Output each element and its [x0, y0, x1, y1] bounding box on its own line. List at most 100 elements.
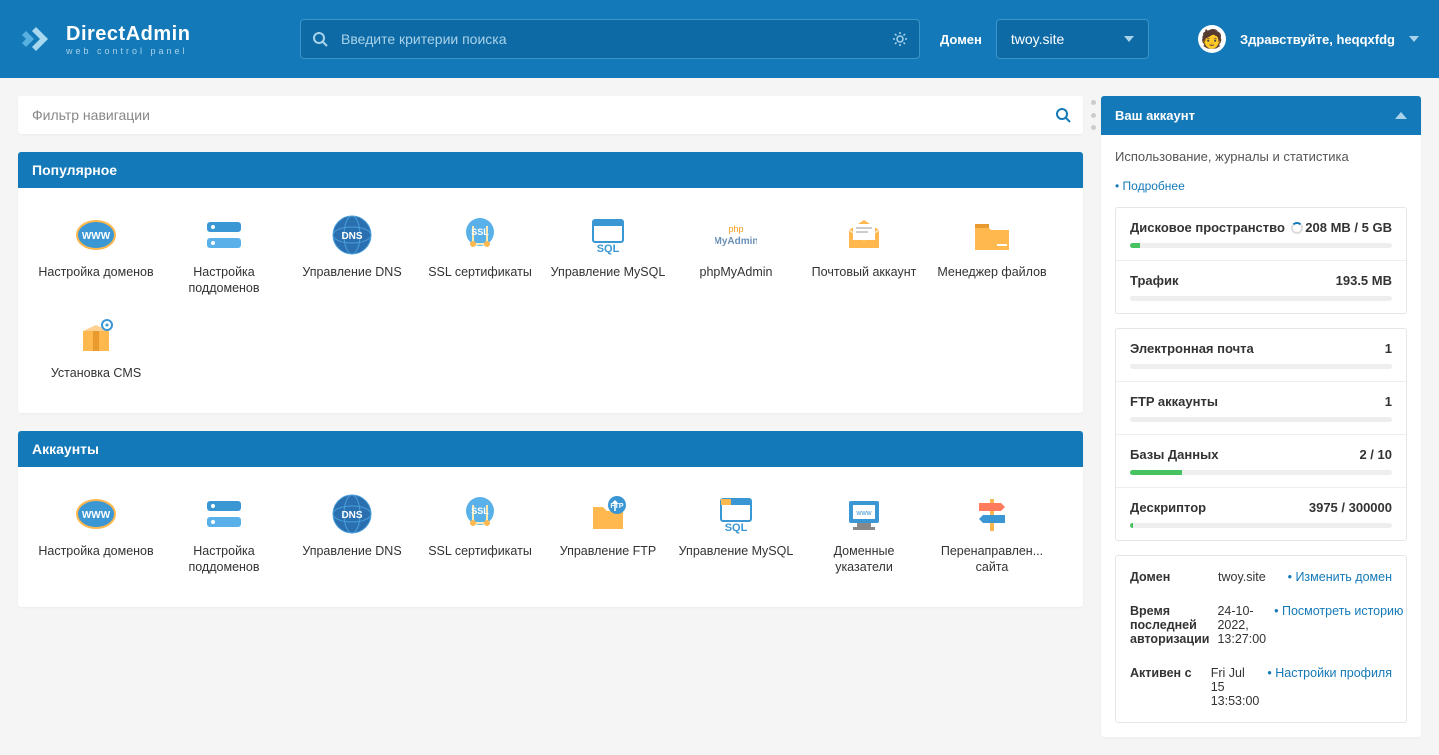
svg-text:DNS: DNS — [341, 510, 362, 521]
stat-value: 193.5 MB — [1336, 273, 1392, 288]
app-header: DirectAdmin web control panel Домен twoy… — [0, 0, 1439, 78]
www-icon: WWW — [75, 214, 117, 256]
stat-label: Трафик — [1130, 273, 1179, 288]
panel-header: Популярное — [18, 152, 1083, 188]
chevron-down-icon — [1124, 36, 1134, 42]
account-panel: Ваш аккаунт Использование, журналы и ста… — [1101, 96, 1421, 737]
nav-item-ftp[interactable]: FTPУправление FTP — [544, 489, 672, 580]
dns-icon: DNS — [331, 493, 373, 535]
nav-item-ssl[interactable]: SSLSSL сертификаты — [416, 210, 544, 301]
ssl-icon: SSL — [459, 493, 501, 535]
info-value: twoy.site — [1218, 570, 1280, 584]
stat-value: 3975 / 300000 — [1309, 500, 1392, 515]
sql2-icon: SQL — [715, 493, 757, 535]
global-search — [300, 19, 920, 59]
progress-bar — [1130, 470, 1392, 475]
domain-select[interactable]: twoy.site — [996, 19, 1149, 59]
user-menu[interactable]: 🧑 Здравствуйте, heqqxfdg — [1198, 25, 1419, 53]
nav-item-folder[interactable]: Менеджер файлов — [928, 210, 1056, 301]
subdomain-icon — [203, 493, 245, 535]
panel-popular: Популярное WWWНастройка доменовНастройка… — [18, 152, 1083, 413]
info-link[interactable]: Посмотреть историю — [1274, 604, 1403, 646]
account-panel-header[interactable]: Ваш аккаунт — [1101, 96, 1421, 135]
subdomain-icon — [203, 214, 245, 256]
spinner-icon — [1291, 222, 1303, 234]
stat-row: Трафик 193.5 MB — [1116, 261, 1406, 313]
nav-filter — [18, 96, 1083, 134]
search-icon — [312, 31, 328, 47]
nav-item-box[interactable]: Установка CMS — [32, 311, 160, 385]
progress-bar — [1130, 417, 1392, 422]
chevron-up-icon — [1395, 112, 1407, 119]
nav-item-label: Управление MySQL — [548, 264, 668, 280]
domain-value: twoy.site — [1011, 31, 1064, 47]
svg-text:SQL: SQL — [597, 243, 620, 255]
svg-text:MyAdmin: MyAdmin — [715, 236, 757, 247]
progress-bar — [1130, 364, 1392, 369]
stat-label: FTP аккаунты — [1130, 394, 1218, 409]
nav-item-subdomain[interactable]: Настройка поддоменов — [160, 210, 288, 301]
gear-icon[interactable] — [892, 31, 908, 47]
nav-item-ssl[interactable]: SSL SSL сертификаты — [416, 489, 544, 580]
svg-text:DNS: DNS — [341, 231, 362, 242]
search-input[interactable] — [300, 19, 920, 59]
info-value: Fri Jul 15 13:53:00 — [1211, 666, 1260, 708]
progress-bar — [1130, 296, 1392, 301]
panel-header: Аккаунты — [18, 431, 1083, 467]
stat-row: FTP аккаунты1 — [1116, 382, 1406, 435]
stat-value: 208 MB / 5 GB — [1305, 220, 1392, 235]
nav-item-label: Настройка поддоменов — [164, 264, 284, 297]
sign-icon — [971, 493, 1013, 535]
sql-icon: SQL — [587, 214, 629, 256]
filter-input[interactable] — [18, 96, 1083, 134]
resize-handle[interactable] — [1091, 100, 1096, 130]
pointer-icon: www — [843, 493, 885, 535]
www-icon: WWW — [75, 493, 117, 535]
nav-item-www[interactable]: WWWНастройка доменов — [32, 210, 160, 301]
nav-item-label: Установка CMS — [36, 365, 156, 381]
stat-value: 1 — [1385, 341, 1392, 356]
stat-row: Дескриптор 3975 / 300000 — [1116, 488, 1406, 540]
info-label: Активен с — [1130, 666, 1203, 708]
info-link[interactable]: Настройки профиля — [1267, 666, 1392, 708]
avatar: 🧑 — [1198, 25, 1226, 53]
logo[interactable]: DirectAdmin web control panel — [20, 21, 280, 57]
nav-item-label: SSL сертификаты — [420, 543, 540, 559]
nav-item-label: Настройка поддоменов — [164, 543, 284, 576]
nav-item-label: Менеджер файлов — [932, 264, 1052, 280]
nav-item-pma[interactable]: phpMyAdminphpMyAdmin — [672, 210, 800, 301]
nav-item-label: Управление DNS — [292, 543, 412, 559]
nav-item-label: Почтовый аккаунт — [804, 264, 924, 280]
info-row: Активен сFri Jul 15 13:53:00Настройки пр… — [1116, 656, 1406, 718]
svg-text:FTP: FTP — [610, 503, 624, 510]
more-link[interactable]: Подробнее — [1115, 179, 1185, 193]
stat-label: Дескриптор — [1130, 500, 1206, 515]
stat-row: Базы Данных2 / 10 — [1116, 435, 1406, 488]
nav-item-label: Доменные указатели — [804, 543, 924, 576]
svg-text:SQL: SQL — [725, 522, 748, 534]
nav-item-sign[interactable]: Перенаправлен... сайта — [928, 489, 1056, 580]
nav-item-label: Управление DNS — [292, 264, 412, 280]
nav-item-sql2[interactable]: SQL Управление MySQL — [672, 489, 800, 580]
svg-text:SSL: SSL — [471, 227, 489, 237]
box-icon — [75, 315, 117, 357]
nav-item-sql[interactable]: SQL Управление MySQL — [544, 210, 672, 301]
chevron-down-icon — [1409, 36, 1419, 42]
nav-item-label: Управление MySQL — [676, 543, 796, 559]
nav-item-subdomain[interactable]: Настройка поддоменов — [160, 489, 288, 580]
pma-icon: phpMyAdmin — [715, 214, 757, 256]
nav-item-www[interactable]: WWWНастройка доменов — [32, 489, 160, 580]
nav-item-pointer[interactable]: www Доменные указатели — [800, 489, 928, 580]
info-label: Домен — [1130, 570, 1210, 584]
info-label: Время последней авторизации — [1130, 604, 1209, 646]
info-link[interactable]: Изменить домен — [1288, 570, 1392, 584]
svg-text:WWW: WWW — [82, 510, 111, 521]
stat-value: 2 / 10 — [1359, 447, 1392, 462]
nav-item-dns[interactable]: DNS Управление DNS — [288, 489, 416, 580]
nav-item-mail[interactable]: Почтовый аккаунт — [800, 210, 928, 301]
nav-item-dns[interactable]: DNS Управление DNS — [288, 210, 416, 301]
svg-text:WWW: WWW — [82, 231, 111, 242]
info-row: Домен twoy.site Изменить домен — [1116, 560, 1406, 594]
search-icon[interactable] — [1055, 107, 1071, 123]
stat-row: Электронная почта1 — [1116, 329, 1406, 382]
